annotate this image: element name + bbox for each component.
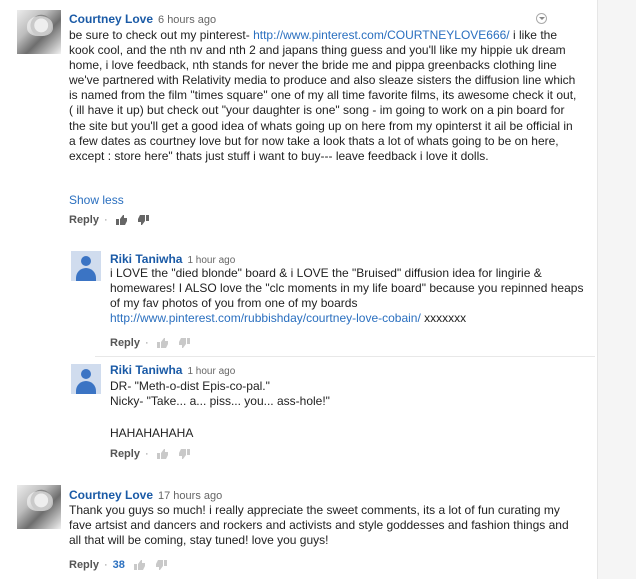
right-scroll-area (597, 0, 636, 579)
separator-dot: · (103, 214, 108, 226)
comment-actions: Reply · (110, 448, 196, 460)
thumbs-down-icon[interactable] (137, 215, 149, 226)
reply-button[interactable]: Reply (69, 214, 99, 226)
comment-menu-chevron-icon[interactable] (536, 13, 547, 24)
comment-text: Thank you guys so much! i really appreci… (69, 503, 569, 548)
separator-dot: · (144, 337, 149, 349)
thumbs-up-icon[interactable] (156, 338, 169, 349)
author-name[interactable]: Riki Taniwha (110, 363, 182, 377)
comment-text-suffix: xxxxxxx (420, 311, 467, 326)
separator-dot: · (144, 448, 149, 460)
comment-text: be sure to check out my pinterest- http:… (69, 28, 582, 164)
comment-actions: Reply · 38 (69, 559, 173, 571)
reply-divider (95, 356, 595, 357)
pinterest-link[interactable]: http://www.pinterest.com/COURTNEYLOVE666… (253, 28, 510, 42)
comment-actions: Reply · (110, 337, 196, 349)
comment-text-body: i LOVE the "died blonde" board & i LOVE … (110, 266, 584, 311)
comment-text-start: be sure to check out my pinterest- (69, 28, 254, 42)
thumbs-up-icon[interactable] (156, 449, 169, 460)
author-name[interactable]: Riki Taniwha (110, 252, 182, 266)
thumbs-down-icon[interactable] (155, 560, 168, 571)
comment-header: Riki Taniwha 1 hour ago (110, 363, 235, 379)
timestamp[interactable]: 6 hours ago (158, 14, 216, 26)
comment-actions: Reply · (69, 214, 155, 226)
thumbs-up-icon[interactable] (115, 215, 128, 226)
thumbs-down-icon[interactable] (178, 338, 190, 349)
author-name[interactable]: Courtney Love (69, 488, 153, 502)
show-less-link[interactable]: Show less (69, 193, 124, 207)
avatar-courtney-love[interactable] (17, 485, 61, 529)
timestamp[interactable]: 17 hours ago (158, 490, 222, 502)
pinterest-board-link[interactable]: http://www.pinterest.com/rubbishday/cour… (110, 311, 421, 325)
reply-button[interactable]: Reply (69, 559, 99, 571)
like-count: 38 (112, 559, 125, 571)
reply-button[interactable]: Reply (110, 337, 140, 349)
avatar-riki-taniwha[interactable] (71, 364, 101, 394)
avatar-courtney-love[interactable] (17, 10, 61, 54)
comment-text-line-1: DR- "Meth-o-dist Epis-co-pal." (110, 379, 270, 393)
separator-dot: · (103, 559, 108, 571)
comment-text-line-3: HAHAHAHAHA (110, 426, 194, 440)
avatar-riki-taniwha[interactable] (71, 251, 101, 281)
timestamp[interactable]: 1 hour ago (187, 366, 235, 377)
thumbs-down-icon[interactable] (178, 449, 190, 460)
comment-text-line-2: Nicky- "Take... a... piss... you... ass-… (110, 394, 330, 408)
comment-header: Courtney Love 17 hours ago (69, 488, 222, 503)
timestamp[interactable]: 1 hour ago (187, 255, 235, 266)
thumbs-up-icon[interactable] (133, 560, 146, 571)
comment-text: i LOVE the "died blonde" board & i LOVE … (110, 266, 585, 326)
author-name[interactable]: Courtney Love (69, 12, 153, 26)
reply-button[interactable]: Reply (110, 448, 140, 460)
comment-header: Courtney Love 6 hours ago (69, 12, 216, 27)
comment-text-rest: i like the kook cool, and the nth nv and… (69, 28, 577, 163)
